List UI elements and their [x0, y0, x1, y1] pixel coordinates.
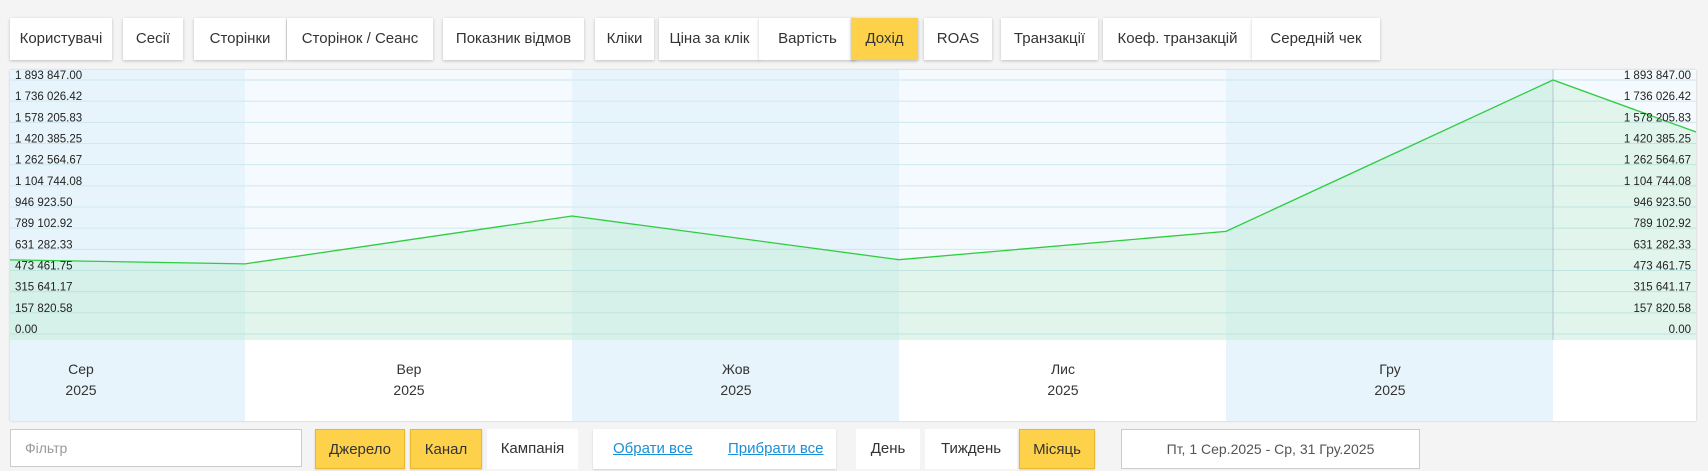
y-tick-label-left: 946 923.50 — [15, 197, 73, 209]
deselect-all-link[interactable]: Прибрати все — [728, 429, 824, 469]
y-tick-label-left: 1 104 744.08 — [15, 176, 82, 188]
y-tick-label-left: 1 420 385.25 — [15, 134, 82, 146]
x-year-label: 2025 — [720, 382, 751, 398]
x-label-band — [245, 340, 572, 421]
group-source-button[interactable]: Джерело — [315, 429, 405, 469]
y-tick-label-left: 1 893 847.00 — [15, 70, 82, 82]
x-label-band — [899, 340, 1226, 421]
y-tick-label-right: 1 893 847.00 — [1624, 70, 1691, 82]
granularity-month-button[interactable]: Місяць — [1019, 429, 1095, 469]
tab-pages[interactable]: Сторінки — [194, 18, 286, 60]
tab-average-check[interactable]: Середній чек — [1252, 18, 1380, 60]
x-month-label: Гру — [1379, 361, 1400, 377]
tab-users[interactable]: Користувачі — [10, 18, 112, 60]
x-month-label: Сер — [68, 361, 94, 377]
x-year-label: 2025 — [1374, 382, 1405, 398]
granularity-day-button[interactable]: День — [856, 429, 920, 469]
tab-transactions[interactable]: Транзакції — [1001, 18, 1098, 60]
tab-transaction-rate[interactable]: Коеф. транзакцій — [1103, 18, 1252, 60]
y-tick-label-left: 1 736 026.42 — [15, 91, 82, 103]
x-year-label: 2025 — [65, 382, 96, 398]
y-tick-label-right: 1 578 205.83 — [1624, 112, 1691, 124]
filter-input[interactable] — [10, 429, 302, 467]
y-tick-label-right: 1 262 564.67 — [1624, 155, 1691, 167]
x-year-label: 2025 — [1047, 382, 1078, 398]
tab-cost[interactable]: Вартість — [759, 18, 856, 60]
tab-clicks[interactable]: Кліки — [595, 18, 654, 60]
tab-sessions[interactable]: Сесії — [123, 18, 183, 60]
y-tick-label-right: 631 282.33 — [1633, 239, 1691, 251]
x-label-band — [10, 340, 245, 421]
tab-revenue[interactable]: Дохід — [851, 18, 918, 60]
y-tick-label-left: 1 262 564.67 — [15, 155, 82, 167]
y-tick-label-right: 157 820.58 — [1633, 303, 1691, 315]
y-tick-label-left: 631 282.33 — [15, 239, 73, 251]
y-tick-label-right: 1 736 026.42 — [1624, 91, 1691, 103]
x-year-label: 2025 — [393, 382, 424, 398]
group-channel-button[interactable]: Канал — [410, 429, 482, 469]
y-tick-label-right: 946 923.50 — [1633, 197, 1691, 209]
x-label-band — [572, 340, 899, 421]
y-tick-label-right: 1 420 385.25 — [1624, 134, 1691, 146]
y-tick-label-left: 473 461.75 — [15, 261, 73, 273]
y-tick-label-right: 315 641.17 — [1633, 282, 1691, 294]
chart-canvas: 1 893 847.00 1 893 847.00 1 736 026.42 1 73… — [10, 70, 1696, 421]
x-month-label: Вер — [397, 361, 422, 377]
group-campaign-button[interactable]: Кампанія — [487, 429, 578, 469]
y-tick-label-left: 0.00 — [15, 324, 37, 336]
selection-links: Обрати все Прибрати все — [593, 429, 836, 469]
tab-roas[interactable]: ROAS — [924, 18, 992, 60]
date-range-picker[interactable]: Пт, 1 Сер.2025 - Ср, 31 Гру.2025 — [1121, 429, 1420, 469]
select-all-link[interactable]: Обрати все — [613, 429, 693, 469]
tab-pages-per-session[interactable]: Сторінок / Сеанс — [287, 18, 433, 60]
revenue-chart: 1 893 847.00 1 893 847.00 1 736 026.42 1 73… — [10, 70, 1696, 421]
y-tick-label-left: 789 102.92 — [15, 218, 73, 230]
tab-bounce-rate[interactable]: Показник відмов — [443, 18, 584, 60]
x-label-band — [1226, 340, 1553, 421]
y-tick-label-right: 0.00 — [1669, 324, 1691, 336]
y-tick-label-right: 789 102.92 — [1633, 218, 1691, 230]
y-tick-label-left: 1 578 205.83 — [15, 112, 82, 124]
y-tick-label-left: 315 641.17 — [15, 282, 73, 294]
granularity-week-button[interactable]: Тиждень — [925, 429, 1017, 469]
x-month-label: Жов — [722, 361, 750, 377]
y-tick-label-left: 157 820.58 — [15, 303, 73, 315]
tab-cost-per-click[interactable]: Ціна за клік — [659, 18, 760, 60]
y-tick-label-right: 473 461.75 — [1633, 261, 1691, 273]
x-month-label: Лис — [1051, 361, 1075, 377]
y-tick-label-right: 1 104 744.08 — [1624, 176, 1691, 188]
